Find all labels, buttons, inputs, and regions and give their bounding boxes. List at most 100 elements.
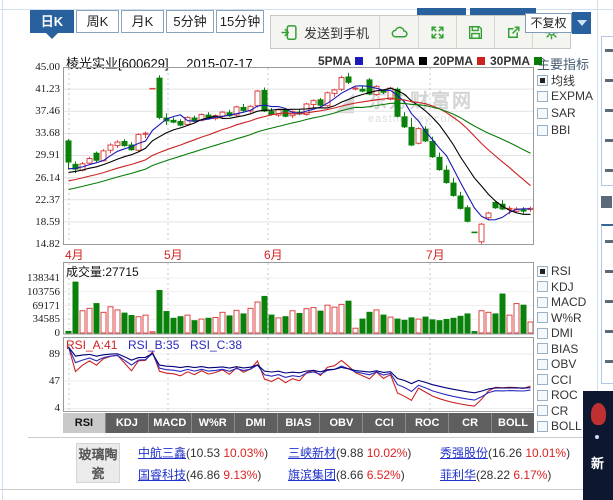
period-tab-日K[interactable]: 日K (30, 10, 74, 33)
checkbox[interactable] (537, 312, 548, 323)
cutoff-panel (601, 36, 613, 186)
sidebar-header: 主要指标 (537, 54, 589, 73)
rsi-tick: 47 (2, 375, 60, 387)
month-tick: 7月 (426, 246, 445, 263)
cutoff-text-fragment (605, 169, 613, 172)
indicator-tab-ROC[interactable]: ROC (406, 413, 449, 433)
indicator-tab-CR[interactable]: CR (449, 413, 492, 433)
cutoff-panel (601, 224, 613, 384)
stock-link[interactable]: 秀强股份 (440, 446, 488, 460)
main-indicator-option-BBI[interactable]: BBI (537, 123, 570, 137)
stock-link[interactable]: 菲利华 (440, 468, 476, 482)
legend-5PMA: 5PMA (318, 54, 363, 68)
indicator-tab-KDJ[interactable]: KDJ (106, 413, 149, 433)
rsi-value-label: RSI_A:41 (66, 338, 117, 352)
indicator-tab-CCI[interactable]: CCI (363, 413, 406, 433)
sub-indicator-option-CCI[interactable]: CCI (537, 373, 572, 387)
dropdown-arrow-button[interactable] (572, 12, 591, 34)
sub-indicator-option-W%R[interactable]: W%R (537, 311, 582, 325)
volume-tick: 103756 (2, 286, 60, 298)
fullscreen-button[interactable] (419, 16, 457, 48)
period-tab-周K[interactable]: 周K (76, 10, 119, 33)
checkbox[interactable] (537, 328, 548, 339)
sub-indicator-option-MACD[interactable]: MACD (537, 295, 586, 309)
ad-dot (595, 435, 599, 439)
ad-text: 新 (591, 453, 604, 472)
change-percent: 10.02% (367, 446, 408, 460)
quote-item-中航三鑫: 中航三鑫(10.53 10.03%) (138, 444, 268, 461)
legend-swatch (355, 57, 363, 65)
main-indicator-option-SAR[interactable]: SAR (537, 106, 576, 120)
checkbox[interactable] (537, 297, 548, 308)
indicator-tab-DMI[interactable]: DMI (235, 413, 278, 433)
ad-banner[interactable]: 新 (583, 391, 613, 500)
quotes-category: 玻璃陶瓷 (76, 443, 120, 483)
price-tick: 41.23 (2, 83, 60, 95)
main-indicator-option-EXPMA[interactable]: EXPMA (537, 89, 593, 103)
legend-30PMA: 30PMA (490, 54, 542, 68)
stock-link[interactable]: 中航三鑫 (138, 446, 186, 460)
quote-item-国睿科技: 国睿科技(46.86 9.13%) (138, 466, 261, 483)
checkbox[interactable] (537, 108, 548, 119)
candlestick-chart-canvas[interactable] (63, 67, 534, 245)
volume-tick: 69171 (2, 300, 60, 312)
save-button[interactable] (457, 16, 495, 48)
cutoff-text-fragment (605, 270, 613, 273)
sub-indicator-option-ROC[interactable]: ROC (537, 388, 578, 402)
price-tick: 22.37 (2, 194, 60, 206)
page-left-border (2, 0, 3, 500)
checkbox[interactable] (537, 91, 548, 102)
legend-swatch (419, 57, 427, 65)
cutoff-text-fragment (605, 360, 613, 363)
checkbox[interactable] (537, 75, 548, 86)
send-to-phone-button[interactable]: 发送到手机 (271, 16, 380, 48)
main-indicator-option-均线[interactable]: 均线 (537, 72, 575, 89)
stock-link[interactable]: 旗滨集团 (288, 468, 336, 482)
checkbox[interactable] (537, 421, 548, 432)
share-icon (505, 24, 522, 41)
sub-indicator-option-OBV[interactable]: OBV (537, 357, 576, 371)
cloud-button[interactable] (380, 16, 419, 48)
indicator-tab-W%R[interactable]: W%R (192, 413, 235, 433)
candles-layer (66, 73, 533, 244)
period-tab-月K[interactable]: 月K (121, 10, 164, 33)
price-tick: 14.82 (2, 238, 60, 250)
sub-indicator-option-DMI[interactable]: DMI (537, 326, 573, 340)
volume-tick: 0 (2, 327, 60, 339)
stock-link[interactable]: 三峡新材 (288, 446, 336, 460)
cutoff-heading-fragment (601, 196, 612, 208)
price-tick: 29.91 (2, 149, 60, 161)
sub-indicator-option-RSI[interactable]: RSI (537, 264, 571, 278)
stock-link[interactable]: 国睿科技 (138, 468, 186, 482)
checkbox[interactable] (537, 374, 548, 385)
indicator-tab-MACD[interactable]: MACD (149, 413, 192, 433)
sub-indicator-option-KDJ[interactable]: KDJ (537, 280, 574, 294)
cutoff-text-fragment (605, 300, 613, 303)
checkbox[interactable] (537, 343, 548, 354)
indicator-tabbar: RSIKDJMACDW%RDMIBIASOBVCCIROCCRBOLL (63, 413, 534, 433)
indicator-tab-BIAS[interactable]: BIAS (278, 413, 321, 433)
checkbox[interactable] (537, 125, 548, 136)
indicator-tab-BOLL[interactable]: BOLL (492, 413, 534, 433)
checkbox[interactable] (537, 266, 548, 277)
indicator-tab-RSI[interactable]: RSI (63, 413, 106, 433)
expand-icon (429, 24, 446, 41)
sub-indicator-option-BOLL[interactable]: BOLL (537, 419, 582, 433)
adjustment-value[interactable]: 不复权 (525, 13, 572, 33)
sub-indicator-option-CR[interactable]: CR (537, 404, 568, 418)
ad-graphic (591, 403, 606, 425)
checkbox[interactable] (537, 405, 548, 416)
sub-indicator-option-BIAS[interactable]: BIAS (537, 342, 578, 356)
period-tab-15分钟[interactable]: 15分钟 (216, 10, 264, 33)
checkbox[interactable] (537, 390, 548, 401)
period-tab-5分钟[interactable]: 5分钟 (166, 10, 214, 33)
volume-tick: 138341 (2, 272, 60, 284)
change-percent: 10.01% (525, 446, 566, 460)
checkbox[interactable] (537, 359, 548, 370)
indicator-tab-OBV[interactable]: OBV (320, 413, 363, 433)
month-tick: 4月 (65, 246, 84, 263)
legend-20PMA: 20PMA (433, 54, 485, 68)
cutoff-text-fragment (605, 139, 613, 142)
legend-10PMA: 10PMA (375, 54, 427, 68)
checkbox[interactable] (537, 281, 548, 292)
